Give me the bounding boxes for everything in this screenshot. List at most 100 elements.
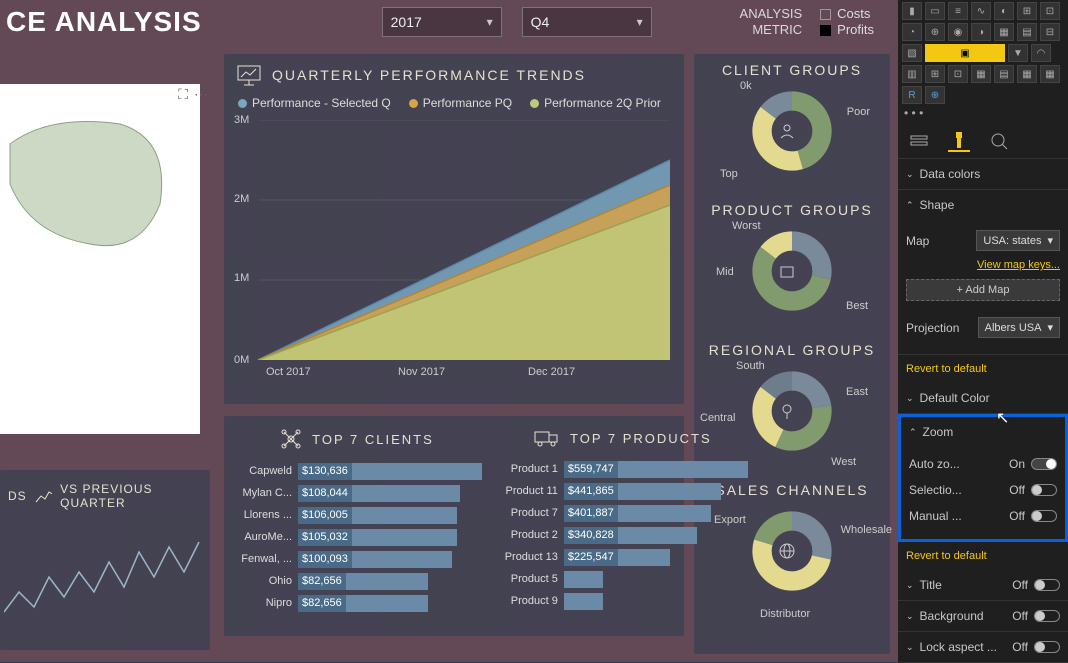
fields-tab[interactable] [908, 130, 930, 152]
pane-tabs [898, 122, 1068, 159]
selection-zoom-label: Selectio... [909, 483, 962, 497]
chevron-down-icon: ▾ [637, 15, 643, 29]
view-map-keys-link[interactable]: View map keys... [906, 257, 1060, 277]
top-products: TOP 7 PRODUCTS Product 1$559,747Product … [490, 416, 756, 636]
viz-icon[interactable]: ▦ [994, 23, 1014, 41]
background-section[interactable]: ⌄Background Off [898, 601, 1068, 631]
top-bars-visual[interactable]: TOP 7 CLIENTS Capweld$130,636Mylan C...$… [224, 416, 684, 636]
viz-icon[interactable]: ≡ [948, 2, 968, 20]
viz-icon[interactable]: ◔ [902, 23, 922, 41]
bar-row: Product 13$225,547 [498, 546, 748, 568]
title-toggle[interactable] [1034, 579, 1060, 591]
bar-row: Mylan C...$108,044 [232, 482, 482, 504]
viz-icon[interactable]: ▦ [1017, 65, 1037, 83]
viz-icon[interactable]: ▦ [1040, 65, 1060, 83]
auto-zoom-toggle[interactable] [1031, 458, 1057, 470]
bar-row: Product 2$340,828 [498, 524, 748, 546]
viz-icon[interactable]: ◑ [971, 23, 991, 41]
quarter-select[interactable]: Q4▾ [522, 7, 652, 37]
revert-default-link[interactable]: Revert to default [898, 355, 1068, 383]
auto-zoom-label: Auto zo... [909, 457, 960, 471]
viz-icon[interactable]: ⊕ [925, 23, 945, 41]
ds-label: DS [8, 489, 27, 503]
report-title: CE ANALYSIS [0, 6, 202, 38]
data-colors-section[interactable]: ⌄Data colors [898, 159, 1068, 189]
viz-icon[interactable]: ⊟ [1040, 23, 1060, 41]
visualizations-pane: ▮▭≡∿◐⊞⊡ ◔⊕◉◑▦▤⊟ ▧▣▼◠▥⊞⊡ ▦▤▦▦R⊕ • • • ⌄Da… [898, 0, 1068, 662]
viz-icon[interactable]: ▤ [1017, 23, 1037, 41]
box-icon [778, 262, 796, 280]
viz-icon[interactable]: ▧ [902, 44, 922, 62]
bar-row: Ohio$82,656 [232, 570, 482, 592]
viz-icon[interactable]: ◐ [994, 2, 1014, 20]
viz-globe-icon[interactable]: ⊕ [925, 86, 945, 104]
chevron-up-icon: ⌃ [906, 200, 914, 211]
viz-icon[interactable]: ⊡ [948, 65, 968, 83]
background-toggle[interactable] [1034, 610, 1060, 622]
top-clients: TOP 7 CLIENTS Capweld$130,636Mylan C...$… [224, 416, 490, 636]
title-section[interactable]: ⌄Title Off [898, 570, 1068, 600]
map-visual[interactable]: ⛶ ⋯ [0, 54, 210, 454]
more-visuals-icon[interactable]: • • • [898, 104, 1068, 122]
shape-section[interactable]: ⌃Shape [898, 190, 1068, 220]
selection-zoom-toggle[interactable] [1031, 484, 1057, 496]
viz-icon[interactable]: ◠ [1031, 44, 1051, 62]
chevron-down-icon: ▾ [1047, 234, 1053, 247]
globe-icon [778, 542, 796, 560]
viz-icon[interactable]: ▦ [971, 65, 991, 83]
viz-icon[interactable]: ▮ [902, 2, 922, 20]
manual-zoom-label: Manual ... [909, 509, 962, 523]
viz-icon[interactable]: ⊡ [1040, 2, 1060, 20]
viz-icon-selected[interactable]: ▣ [925, 44, 1005, 62]
more-options-icon[interactable]: ⋯ [194, 86, 208, 103]
viz-icon[interactable]: ∿ [971, 2, 991, 20]
focus-mode-icon[interactable]: ⛶ [178, 86, 188, 103]
viz-icon[interactable]: ⊞ [925, 65, 945, 83]
trends-visual[interactable]: QUARTERLY PERFORMANCE TRENDS Performance… [224, 54, 684, 404]
viz-icon[interactable]: ▤ [994, 65, 1014, 83]
viz-icon[interactable]: ▭ [925, 2, 945, 20]
map-select[interactable]: USA: states▾ [976, 230, 1060, 251]
people-icon [778, 122, 796, 140]
viz-r-icon[interactable]: R [902, 86, 922, 104]
presentation-icon [236, 64, 262, 86]
analytics-tab[interactable] [988, 130, 1010, 152]
year-select[interactable]: 2017▾ [382, 7, 502, 37]
truck-icon [534, 428, 560, 448]
trends-title: QUARTERLY PERFORMANCE TRENDS [272, 67, 586, 83]
viz-type-grid: ▮▭≡∿◐⊞⊡ ◔⊕◉◑▦▤⊟ ▧▣▼◠▥⊞⊡ ▦▤▦▦R⊕ [898, 0, 1068, 104]
chevron-down-icon: ▾ [487, 15, 493, 29]
revert-default-link[interactable]: Revert to default [898, 542, 1068, 570]
product-groups-visual[interactable]: PRODUCT GROUPS Worst Mid Best [694, 194, 890, 334]
trends-chart: 3M 2M 1M 0M Oct 2017 Nov 2017 Dec 2017 [238, 120, 670, 360]
client-groups-visual[interactable]: CLIENT GROUPS 0k Poor Top [694, 54, 890, 194]
vs-previous-visual[interactable]: DS VS PREVIOUS QUARTER [0, 470, 210, 650]
viz-icon[interactable]: ▼ [1008, 44, 1028, 62]
bar-row: Product 9 [498, 590, 748, 612]
report-canvas: CE ANALYSIS 2017▾ Q4▾ ANALYSIS METRIC Co… [0, 0, 898, 662]
manual-zoom-toggle[interactable] [1031, 510, 1057, 522]
pin-icon [778, 402, 796, 420]
projection-select[interactable]: Albers USA▾ [978, 317, 1060, 338]
viz-icon[interactable]: ▥ [902, 65, 922, 83]
bar-row: Nipro$82,656 [232, 592, 482, 614]
line-chart-icon [35, 488, 53, 504]
lock-aspect-toggle[interactable] [1034, 641, 1060, 653]
format-tab[interactable] [948, 130, 970, 152]
analysis-label: ANALYSIS [740, 6, 803, 22]
bar-row: Capweld$130,636 [232, 460, 482, 482]
chevron-down-icon: ▾ [1047, 321, 1053, 334]
map-label: Map [906, 234, 929, 248]
zoom-section[interactable]: ⌃Zoom [901, 417, 1065, 447]
projection-label: Projection [906, 321, 959, 335]
bar-row: AuroMe...$105,032 [232, 526, 482, 548]
bar-row: Product 11$441,865 [498, 480, 748, 502]
lock-aspect-section[interactable]: ⌄Lock aspect ... Off [898, 632, 1068, 662]
report-header: CE ANALYSIS 2017▾ Q4▾ ANALYSIS METRIC Co… [0, 0, 898, 44]
viz-icon[interactable]: ◉ [948, 23, 968, 41]
viz-icon[interactable]: ⊞ [1017, 2, 1037, 20]
bar-row: Fenwal, ...$100,093 [232, 548, 482, 570]
network-icon [280, 428, 302, 450]
add-map-button[interactable]: + Add Map [906, 279, 1060, 301]
default-color-section[interactable]: ⌄Default Color [898, 383, 1068, 413]
